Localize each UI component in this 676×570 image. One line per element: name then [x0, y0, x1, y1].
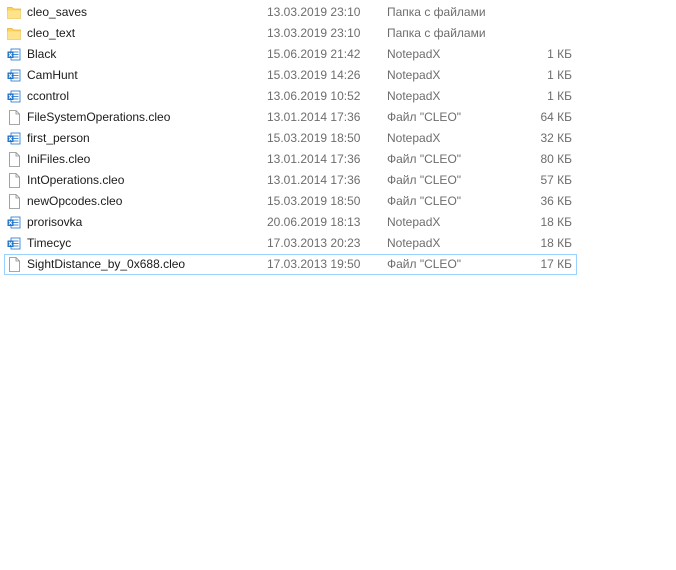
- file-name: cleo_saves: [27, 5, 88, 19]
- file-name: SightDistance_by_0x688.cleo: [27, 257, 186, 271]
- file-type: Файл "CLEO": [387, 173, 462, 187]
- file-date-modified: 15.03.2019 18:50: [267, 194, 361, 208]
- file-row[interactable]: cleo_saves 13.03.2019 23:10 Папка с файлам…: [0, 2, 676, 23]
- file-row[interactable]: CamHunt 15.03.2019 14:26 NotepadX 1 КБ: [0, 65, 676, 86]
- file-date-modified: 13.03.2019 23:10: [267, 5, 361, 19]
- folder-icon: [7, 26, 21, 41]
- file-name: IntOperations.cleo: [27, 173, 125, 187]
- file-icon: [7, 194, 21, 209]
- file-row[interactable]: FileSystemOperations.cleo 13.01.2014 17:3…: [0, 107, 676, 128]
- file-size: 18 КБ: [540, 236, 572, 250]
- file-row[interactable]: Black 15.06.2019 21:42 NotepadX 1 КБ: [0, 44, 676, 65]
- file-date-modified: 13.06.2019 10:52: [267, 89, 361, 103]
- folder-icon: [7, 5, 21, 20]
- file-date-modified: 20.06.2019 18:13: [267, 215, 361, 229]
- file-name: IniFiles.cleo: [27, 152, 91, 166]
- file-row[interactable]: first_person 15.03.2019 18:50 NotepadX 32 К…: [0, 128, 676, 149]
- file-name: Timecyc: [27, 236, 72, 250]
- file-type: NotepadX: [387, 89, 441, 103]
- file-size: 1 КБ: [547, 47, 572, 61]
- file-name: newOpcodes.cleo: [27, 194, 123, 208]
- notepadx-icon: [7, 215, 21, 230]
- file-date-modified: 13.01.2014 17:36: [267, 110, 361, 124]
- file-row[interactable]: prorisovka 20.06.2019 18:13 NotepadX 18 КБ: [0, 212, 676, 233]
- file-list: cleo_saves 13.03.2019 23:10 Папка с файлам…: [0, 2, 676, 275]
- file-date-modified: 13.01.2014 17:36: [267, 152, 361, 166]
- file-date-modified: 13.01.2014 17:36: [267, 173, 361, 187]
- file-icon: [7, 110, 21, 125]
- file-name: CamHunt: [27, 68, 78, 82]
- file-type: Файл "CLEO": [387, 257, 462, 271]
- file-type: NotepadX: [387, 131, 441, 145]
- file-date-modified: 15.03.2019 14:26: [267, 68, 361, 82]
- file-size: 57 КБ: [540, 173, 572, 187]
- notepadx-icon: [7, 89, 21, 104]
- file-size: 1 КБ: [547, 68, 572, 82]
- file-date-modified: 15.03.2019 18:50: [267, 131, 361, 145]
- file-size: 64 КБ: [540, 110, 572, 124]
- file-type: Папка с файлами: [387, 5, 486, 19]
- file-row[interactable]: IntOperations.cleo 13.01.2014 17:36 Файл "…: [0, 170, 676, 191]
- file-row[interactable]: newOpcodes.cleo 15.03.2019 18:50 Файл "CLE…: [0, 191, 676, 212]
- file-name: FileSystemOperations.cleo: [27, 110, 171, 124]
- file-type: NotepadX: [387, 215, 441, 229]
- file-type: Файл "CLEO": [387, 194, 462, 208]
- file-size: 18 КБ: [540, 215, 572, 229]
- file-icon: [7, 257, 21, 272]
- file-type: NotepadX: [387, 236, 441, 250]
- file-size: 17 КБ: [540, 257, 572, 271]
- file-name: first_person: [27, 131, 90, 145]
- notepadx-icon: [7, 47, 21, 62]
- file-name: Black: [27, 47, 57, 61]
- file-icon: [7, 173, 21, 188]
- file-row[interactable]: Timecyc 17.03.2013 20:23 NotepadX 18 КБ: [0, 233, 676, 254]
- file-row[interactable]: IniFiles.cleo 13.01.2014 17:36 Файл "CLEO"…: [0, 149, 676, 170]
- file-name: cleo_text: [27, 26, 76, 40]
- file-name: prorisovka: [27, 215, 83, 229]
- file-type: NotepadX: [387, 68, 441, 82]
- file-date-modified: 17.03.2013 19:50: [267, 257, 361, 271]
- file-size: 1 КБ: [547, 89, 572, 103]
- file-row[interactable]: ccontrol 13.06.2019 10:52 NotepadX 1 КБ: [0, 86, 676, 107]
- notepadx-icon: [7, 236, 21, 251]
- file-icon: [7, 152, 21, 167]
- file-row[interactable]: cleo_text 13.03.2019 23:10 Папка с файлами: [0, 23, 676, 44]
- file-date-modified: 17.03.2013 20:23: [267, 236, 361, 250]
- file-size: 32 КБ: [540, 131, 572, 145]
- notepadx-icon: [7, 68, 21, 83]
- file-name: ccontrol: [27, 89, 70, 103]
- file-type: NotepadX: [387, 47, 441, 61]
- file-type: Файл "CLEO": [387, 110, 462, 124]
- file-date-modified: 15.06.2019 21:42: [267, 47, 361, 61]
- notepadx-icon: [7, 131, 21, 146]
- file-date-modified: 13.03.2019 23:10: [267, 26, 361, 40]
- file-type: Папка с файлами: [387, 26, 486, 40]
- file-row[interactable]: SightDistance_by_0x688.cleo 17.03.2013 19…: [0, 254, 676, 275]
- file-size: 36 КБ: [540, 194, 572, 208]
- file-size: 80 КБ: [540, 152, 572, 166]
- file-type: Файл "CLEO": [387, 152, 462, 166]
